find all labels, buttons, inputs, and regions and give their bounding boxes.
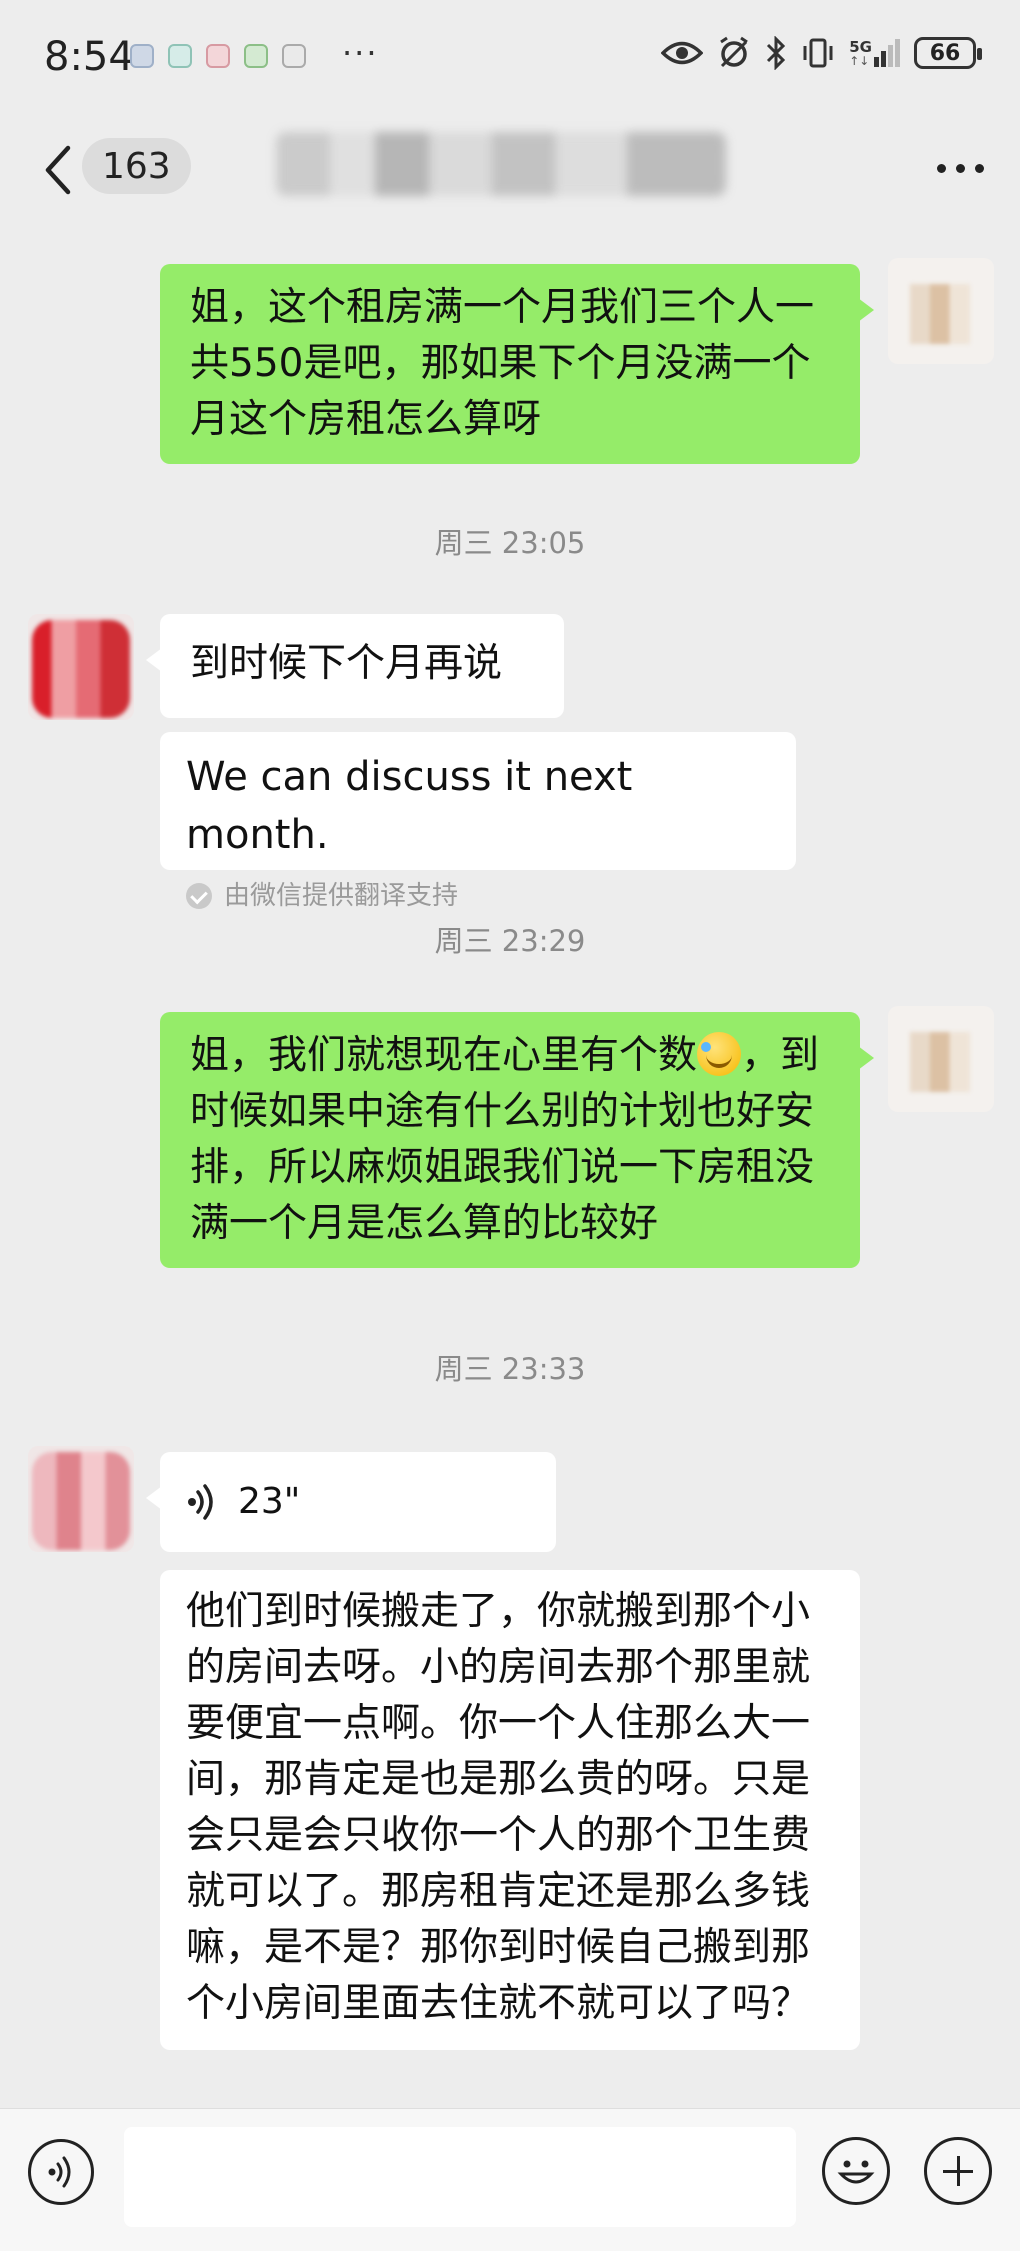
message-list[interactable]: 姐，这个租房满一个月我们三个人一共550是吧，那如果下个月没满一个月这个房租怎么… <box>0 228 1020 2108</box>
sent-message-bubble[interactable]: 姐，这个租房满一个月我们三个人一共550是吧，那如果下个月没满一个月这个房租怎么… <box>160 264 874 464</box>
message-timestamp: 周三 23:05 <box>434 526 586 560</box>
chevron-left-icon[interactable] <box>40 140 76 200</box>
status-bar: 8:54 ··· 5G ↑↓ 66 <box>0 0 1020 118</box>
message-timestamp: 周三 23:33 <box>434 1352 586 1386</box>
app-notification-icon <box>130 44 154 68</box>
dot-icon <box>975 163 984 173</box>
network-type-label: 5G <box>849 38 872 56</box>
chat-header: 163 <box>0 118 1020 228</box>
app-notification-icon <box>168 44 192 68</box>
message-text: 到时候下个月再说 <box>190 641 503 686</box>
system-status-icons: 5G ↑↓ 66 <box>661 36 982 70</box>
sent-message-bubble[interactable]: 姐，我们就想现在心里有个数 ，到时候如果中途有什么别的计划也好安排，所以麻烦姐跟我… <box>160 1012 874 1268</box>
translation-note-text: 由微信提供翻译支持 <box>224 881 459 911</box>
voice-wave-icon <box>188 1484 213 1520</box>
bluetooth-icon <box>767 36 786 70</box>
contact-avatar[interactable] <box>28 1446 134 1552</box>
contact-name-blurred <box>276 132 726 196</box>
voice-message-bubble[interactable]: 23" <box>146 1452 556 1552</box>
translation-text: We can discuss it next month. <box>186 754 633 858</box>
emoji-grin-sweat-icon <box>697 1032 742 1076</box>
eye-icon <box>661 41 704 65</box>
message-text: 姐，这个租房满一个月我们三个人一共550是吧，那如果下个月没满一个月这个房租怎么… <box>190 285 815 442</box>
dot-icon <box>956 163 965 173</box>
app-notification-icon <box>282 44 306 68</box>
voice-input-icon <box>48 2156 71 2188</box>
input-bar <box>0 2108 1020 2251</box>
my-avatar[interactable] <box>888 1006 994 1112</box>
message-text-part: 姐，我们就想现在心里有个数 <box>190 1033 698 1078</box>
vibrate-icon <box>803 38 833 68</box>
message-timestamp: 周三 23:29 <box>434 924 586 958</box>
translation-card[interactable]: We can discuss it next month. 由微信提供翻译支持 <box>160 732 796 911</box>
dot-icon <box>937 163 946 173</box>
translation-attribution: 由微信提供翻译支持 <box>186 868 770 924</box>
message-input[interactable] <box>124 2127 796 2227</box>
battery-indicator: 66 <box>914 37 982 69</box>
more-notifications-indicator: ··· <box>342 34 379 72</box>
emoji-button[interactable] <box>822 2137 890 2205</box>
voice-input-button[interactable] <box>28 2139 94 2205</box>
mobile-signal-icon: 5G ↑↓ <box>849 39 900 67</box>
battery-level: 66 <box>929 40 961 66</box>
emoji-icon <box>837 2160 875 2184</box>
app-notification-icon <box>244 44 268 68</box>
received-message-bubble[interactable]: 到时候下个月再说 <box>146 614 564 718</box>
app-notification-icon <box>206 44 230 68</box>
contact-avatar[interactable] <box>28 614 134 720</box>
check-circle-icon <box>186 883 212 909</box>
voice-duration: 23" <box>238 1481 301 1522</box>
unread-count-badge[interactable]: 163 <box>82 138 191 194</box>
transcript-text: 他们到时候搬走了，你就搬到那个小的房间去呀。小的房间去那个那里就要便宜一点啊。你… <box>186 1589 811 2026</box>
status-time: 8:54 <box>44 34 134 80</box>
plus-button[interactable] <box>924 2137 992 2205</box>
my-avatar[interactable] <box>888 258 994 364</box>
alarm-off-icon <box>720 36 749 68</box>
more-options-button[interactable] <box>937 148 984 188</box>
notification-icons <box>130 44 306 68</box>
voice-transcript-card[interactable]: 他们到时候搬走了，你就搬到那个小的房间去呀。小的房间去那个那里就要便宜一点啊。你… <box>160 1570 860 2050</box>
